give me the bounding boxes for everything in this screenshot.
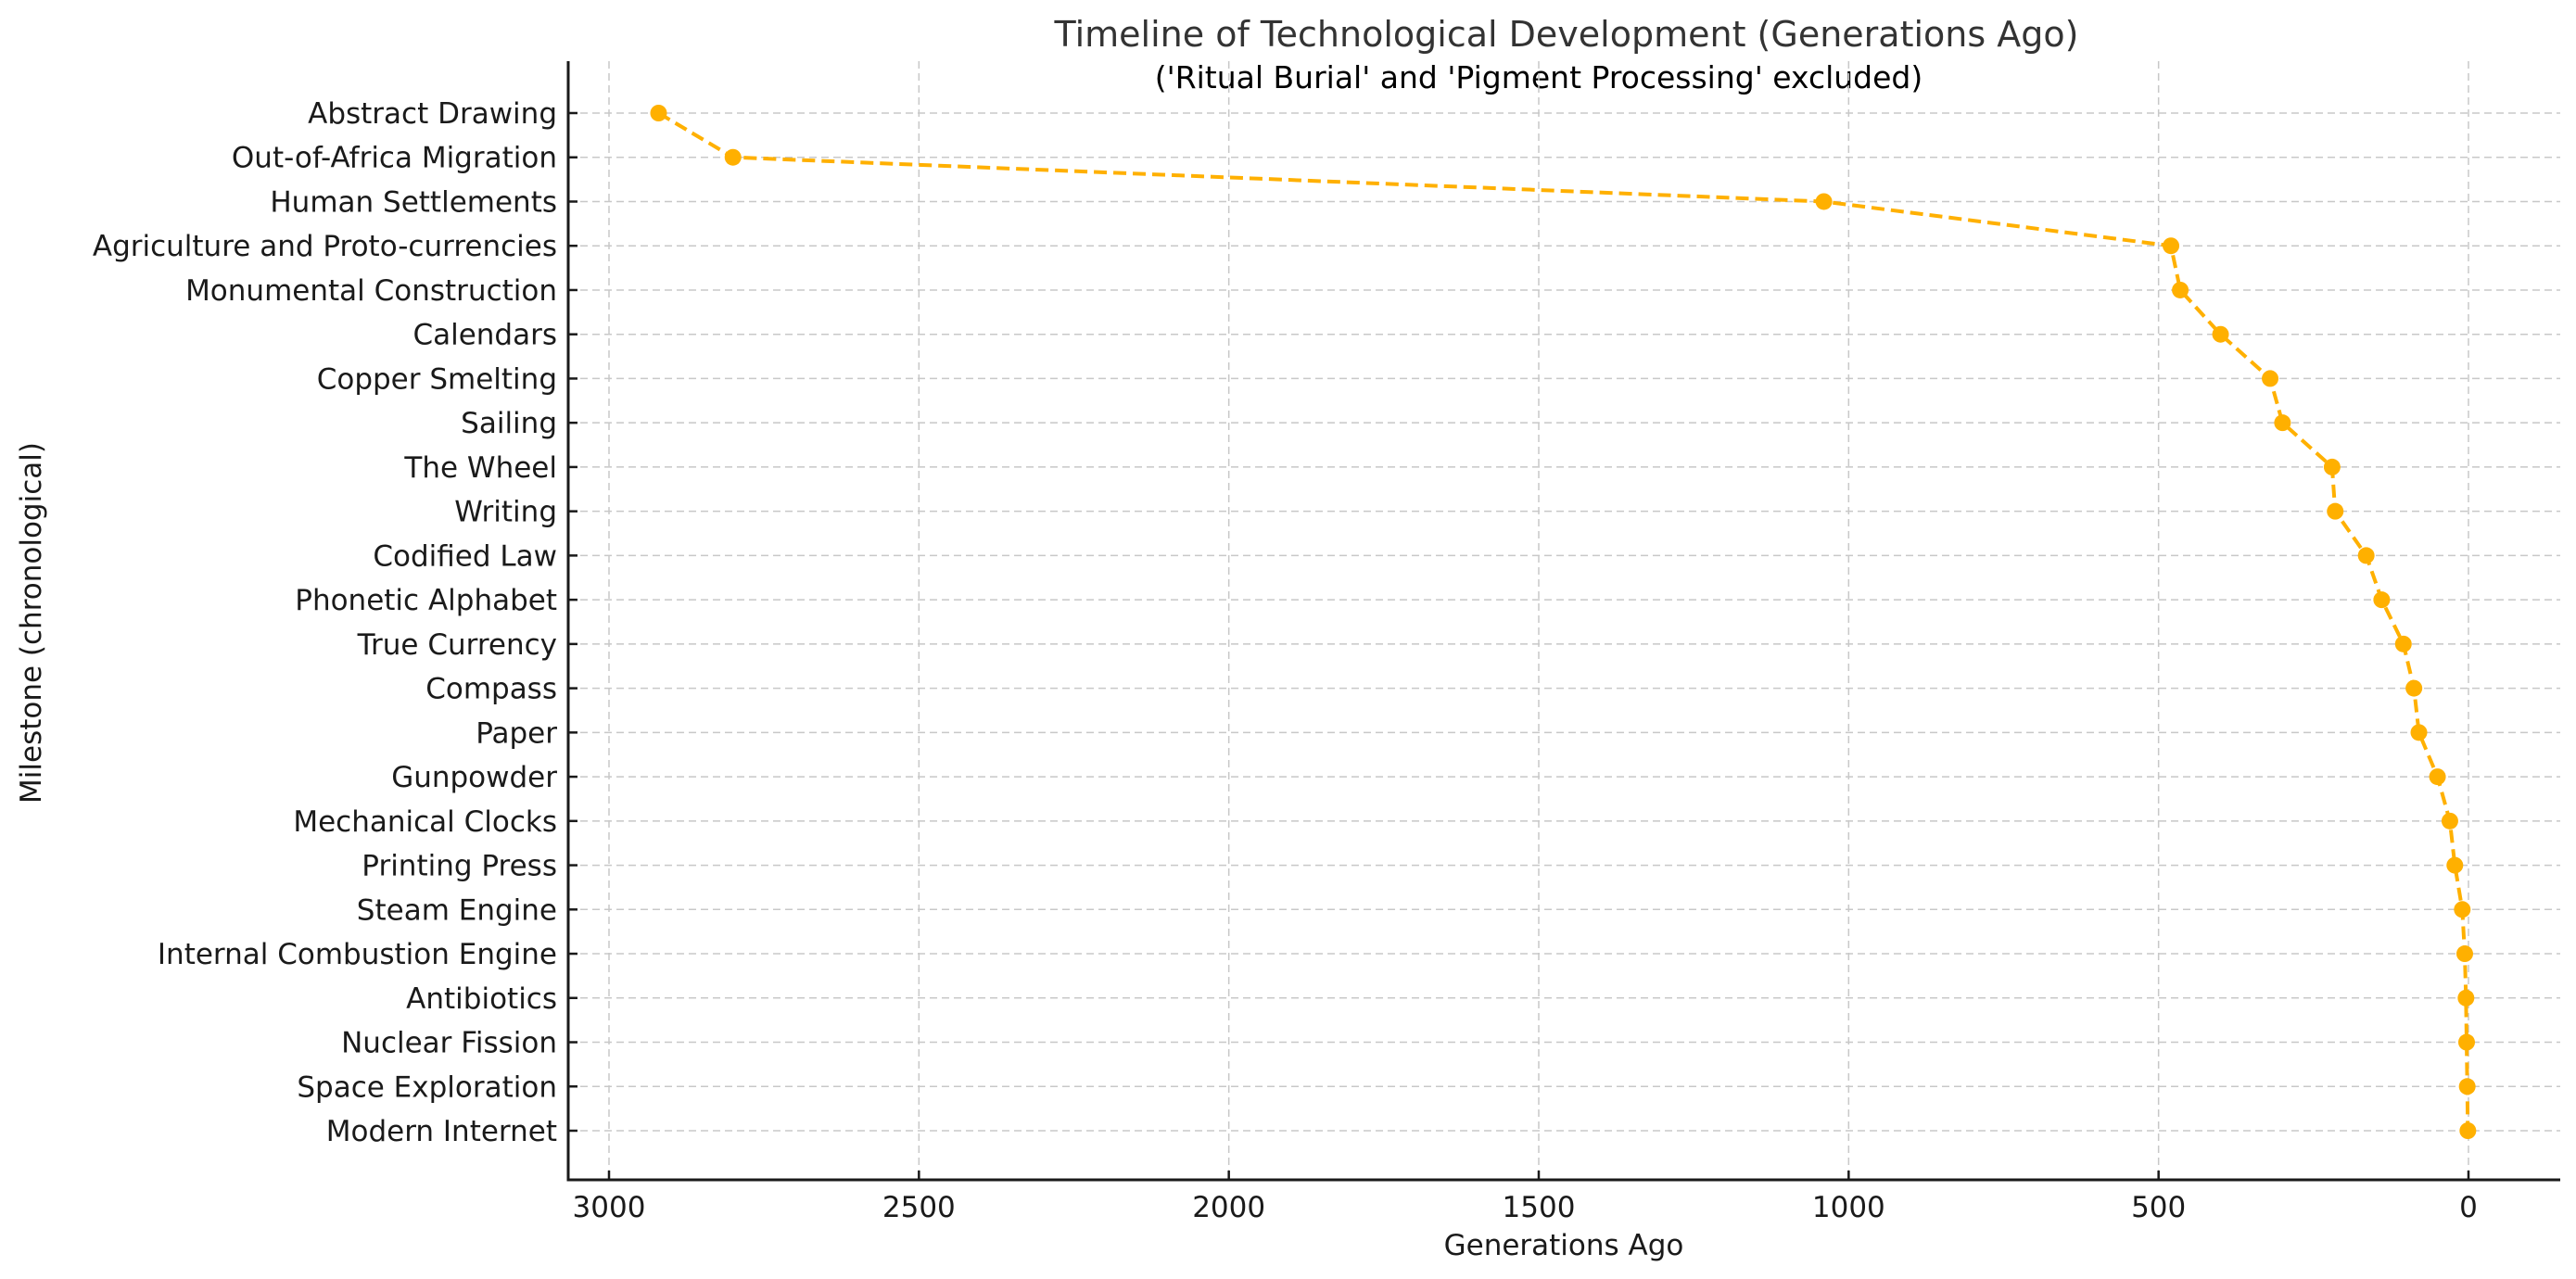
data-point <box>2274 414 2291 432</box>
y-tick-label: Compass <box>425 673 557 706</box>
y-tick-label: Printing Press <box>362 850 557 883</box>
data-point <box>2454 901 2471 918</box>
data-point <box>2323 458 2341 475</box>
data-point <box>2410 724 2428 741</box>
y-tick-label: Nuclear Fission <box>341 1027 557 1060</box>
data-point <box>2357 547 2375 564</box>
x-tick-label: 1000 <box>1812 1191 1885 1224</box>
data-point <box>2459 1122 2477 1139</box>
y-tick-label: Antibiotics <box>406 982 557 1016</box>
y-tick-label: Copper Smelting <box>317 362 557 396</box>
axes <box>566 61 2560 1182</box>
data-point <box>2457 989 2475 1007</box>
y-tick-label: Abstract Drawing <box>308 97 557 131</box>
y-tick-label: Paper <box>476 716 557 750</box>
y-tick-label: Gunpowder <box>391 761 557 794</box>
timeline-chart: Timeline of Technological Development (G… <box>15 14 2560 1262</box>
y-tick-label: Space Exploration <box>297 1070 557 1104</box>
data-point <box>724 148 742 166</box>
series-milestones <box>650 105 2477 1139</box>
grid-lines <box>568 61 2560 1180</box>
y-tick-label: Modern Internet <box>326 1115 557 1148</box>
y-tick-label: Agriculture and Proto-currencies <box>93 230 557 263</box>
y-tick-label: Monumental Construction <box>185 274 557 308</box>
y-tick-label: Sailing <box>461 407 557 440</box>
y-tick-label: True Currency <box>357 628 557 662</box>
x-tick-label: 2000 <box>1192 1191 1265 1224</box>
chart-title: Timeline of Technological Development (G… <box>1054 14 2079 55</box>
data-point <box>2441 812 2458 829</box>
y-tick-label: Phonetic Alphabet <box>295 584 557 617</box>
y-tick-labels: Abstract Drawing Out-of-Africa Migration H… <box>93 97 557 1148</box>
y-tick-label: Human Settlements <box>270 185 557 219</box>
data-point <box>2429 768 2446 786</box>
x-tick-labels: 3000 2500 2000 1500 1000 500 0 <box>573 1191 2478 1224</box>
data-point <box>2457 1033 2475 1051</box>
y-tick-label: Codified Law <box>373 539 557 573</box>
data-point <box>2373 591 2391 609</box>
y-tick-label: Calendars <box>412 319 557 352</box>
y-tick-label: Internal Combustion Engine <box>158 938 557 971</box>
x-tick-label: 1500 <box>1503 1191 1576 1224</box>
y-tick-label: The Wheel <box>403 451 557 485</box>
data-point <box>2455 945 2473 963</box>
data-point <box>2405 679 2423 697</box>
y-tick-label: Mechanical Clocks <box>293 805 557 839</box>
x-tick-label: 3000 <box>573 1191 646 1224</box>
data-point <box>650 105 667 121</box>
data-point <box>2446 856 2464 874</box>
data-point <box>2394 635 2412 652</box>
y-tick-label: Writing <box>454 496 557 529</box>
data-point <box>2458 1078 2476 1095</box>
data-point <box>2262 370 2279 387</box>
y-axis-label: Milestone (chronological) <box>15 442 48 804</box>
x-axis-label: Generations Ago <box>1444 1229 1684 1262</box>
series-line <box>657 111 2470 1132</box>
y-tick-label: Out-of-Africa Migration <box>232 142 557 175</box>
x-tick-label: 2500 <box>882 1191 956 1224</box>
data-point <box>2163 237 2180 255</box>
data-point <box>2212 325 2229 343</box>
data-point <box>2172 281 2189 298</box>
x-tick-label: 500 <box>2131 1191 2186 1224</box>
data-point <box>2327 502 2344 520</box>
x-tick-label: 0 <box>2459 1191 2478 1224</box>
data-point <box>1815 193 1833 210</box>
y-tick-label: Steam Engine <box>357 893 557 927</box>
